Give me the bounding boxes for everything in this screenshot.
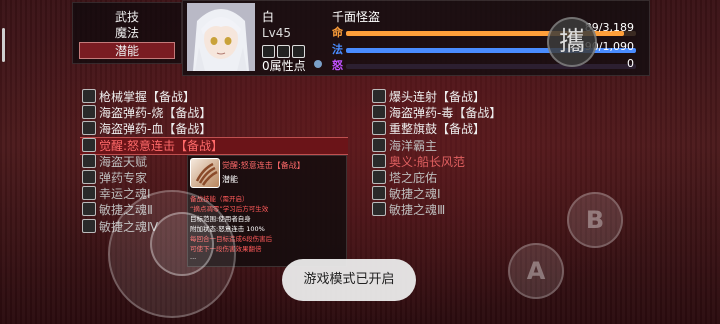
character-title: 千面怪盗 (332, 10, 381, 24)
ammo-icon (82, 153, 96, 168)
attribute-points: 0属性点 (262, 59, 306, 73)
skill-label: 海盗天赋 (99, 154, 148, 169)
ammo-icon (82, 121, 96, 136)
skill-label: 海盗弹药-毒【备战】 (389, 106, 502, 121)
ammo-icon (82, 170, 96, 184)
rally-icon (372, 121, 386, 136)
skill-label: 塔之庇佑 (389, 171, 438, 185)
skill-item[interactable]: 海盗弹药-血【备战】 (82, 121, 211, 137)
joystick-knob[interactable] (150, 212, 214, 276)
skill-label: 觉醒:怒意连击【备战】 (99, 138, 224, 153)
ship-icon (372, 137, 386, 152)
headshot-icon (372, 89, 386, 103)
hp-label: 命 (332, 26, 343, 39)
claw-icon (190, 158, 220, 188)
skill-item[interactable]: 觉醒:怒意连击【备战】 (82, 137, 224, 154)
category-menu: 武技 魔法 潜能 (72, 2, 182, 64)
ammo-icon (82, 105, 96, 120)
character-portrait (187, 3, 255, 71)
character-name: 白 (262, 10, 275, 24)
detail-title: 觉醒:怒意连击【备战】 (222, 161, 305, 170)
skill-item[interactable]: 海盗弹药-烧【备战】 (82, 105, 211, 121)
mp-label: 法 (332, 43, 343, 56)
soul-icon (82, 218, 96, 233)
claw-icon (82, 137, 96, 152)
soul-icon (372, 202, 386, 217)
a-button[interactable]: A (508, 243, 564, 299)
skill-item[interactable]: 海盗弹药-毒【备战】 (372, 105, 501, 121)
skill-label: 海洋霸主 (389, 138, 438, 153)
orb-icon (314, 60, 322, 68)
skill-item[interactable]: 枪械掌握【备战】 (82, 89, 195, 105)
toast-message: 游戏模式已开启 (282, 259, 416, 301)
soul-icon (82, 186, 96, 201)
skill-label: 海盗弹药-烧【备战】 (99, 106, 212, 121)
tower-icon (372, 170, 386, 184)
skill-item[interactable]: 海洋霸主 (372, 137, 438, 154)
skill-label: 海盗弹药-血【备战】 (99, 122, 212, 137)
skill-label: 爆头连射【备战】 (389, 90, 486, 104)
skill-label: 枪械掌握【备战】 (99, 90, 196, 104)
detail-category: 潜能 (222, 175, 238, 184)
skill-label: 重整旗鼓【备战】 (389, 122, 486, 137)
skill-item[interactable]: 弹药专家 (82, 170, 147, 186)
ammo-icon (372, 105, 386, 120)
skill-item[interactable]: 敏捷之魂Ⅲ (372, 202, 445, 218)
skill-item[interactable]: 爆头连射【备战】 (372, 89, 485, 105)
menu-item-potential[interactable]: 潜能 (79, 42, 175, 59)
skill-item[interactable]: 敏捷之魂Ⅰ (372, 186, 441, 202)
skill-item[interactable]: 奥义:船长风范 (372, 153, 466, 170)
b-button[interactable]: B (567, 192, 623, 248)
floating-assist-button[interactable]: 攜 (547, 17, 597, 67)
soul-icon (372, 186, 386, 201)
skill-label: 弹药专家 (99, 171, 148, 185)
skill-item[interactable]: 重整旗鼓【备战】 (372, 121, 485, 137)
gun-icon (82, 89, 96, 103)
menu-item-martial[interactable]: 武技 (73, 9, 181, 26)
skill-label: 敏捷之魂Ⅰ (389, 187, 441, 202)
character-level: Lv45 (262, 26, 292, 40)
skill-item[interactable]: 塔之庇佑 (372, 170, 437, 186)
soul-icon (82, 202, 96, 217)
skill-label: 奥义:船长风范 (389, 154, 466, 169)
edge-handle[interactable] (2, 28, 5, 62)
skill-label: 敏捷之魂Ⅲ (389, 203, 446, 218)
rage-label: 怒 (332, 59, 343, 72)
skill-item[interactable]: 海盗天赋 (82, 153, 148, 170)
note-icon (372, 153, 386, 168)
menu-item-magic[interactable]: 魔法 (73, 25, 181, 42)
